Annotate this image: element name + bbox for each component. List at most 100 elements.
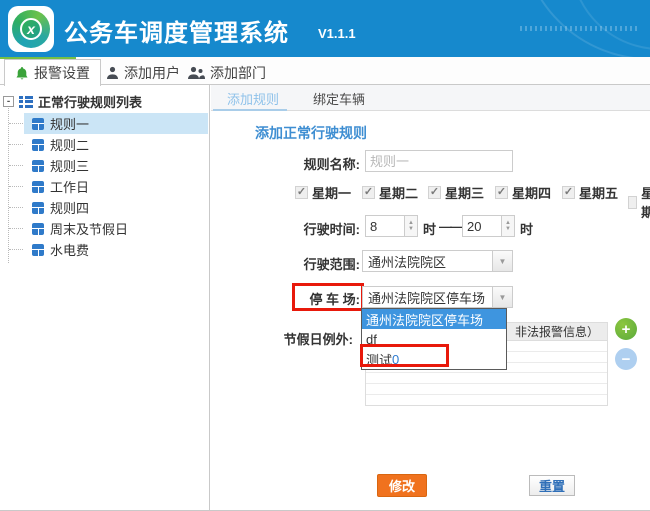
checkbox-unchecked-icon[interactable] — [628, 196, 637, 209]
option-label: 测试 — [366, 350, 392, 369]
tree-connector-stub — [9, 186, 23, 187]
tab-bind-vehicle[interactable]: 绑定车辆 — [299, 85, 379, 111]
time-range-separator: —— — [439, 219, 461, 234]
page-title: 添加正常行驶规则 — [255, 123, 367, 143]
sidebar-item-utility[interactable]: 水电费 — [24, 239, 208, 260]
tab-label: 添加规则 — [227, 89, 279, 108]
collapse-icon[interactable]: - — [3, 96, 14, 107]
drive-range-select[interactable]: 通州法院院区 ▼ — [362, 250, 513, 272]
weekday-checkbox-tue[interactable]: ✓ 星期二 — [362, 183, 418, 202]
tree-connector-stub — [9, 123, 23, 124]
rules-list-icon — [19, 96, 33, 108]
content-tab-bar: 添加规则 绑定车辆 — [211, 85, 650, 111]
weekday-checkbox-wed[interactable]: ✓ 星期三 — [428, 183, 484, 202]
weekday-label: 星期四 — [512, 183, 551, 202]
rule-cube-icon — [32, 160, 44, 172]
list-item — [366, 395, 607, 406]
tree-connector-stub — [9, 228, 23, 229]
rule-cube-icon — [32, 244, 44, 256]
list-item — [366, 384, 607, 395]
rules-sidebar: - 正常行驶规则列表 规则一 规则二 规则三 工作日 规则四 — [0, 85, 210, 511]
tree-connector-stub — [9, 144, 23, 145]
weekday-checkbox-fri[interactable]: ✓ 星期五 — [562, 183, 618, 202]
select-value: 通州法院院区停车场 — [368, 288, 485, 307]
weekday-checkbox-mon[interactable]: ✓ 星期一 — [295, 183, 351, 202]
toolbar-tab-label: 添加用户 — [124, 63, 180, 83]
tree-connector-line — [8, 103, 9, 263]
sidebar-item-rule-4[interactable]: 规则四 — [24, 197, 208, 218]
checkbox-checked-icon[interactable]: ✓ — [562, 186, 575, 199]
app-version: V1.1.1 — [318, 26, 356, 41]
weekday-checkbox-sat[interactable]: 星期 — [628, 183, 650, 221]
tree-connector-stub — [9, 207, 23, 208]
checkbox-checked-icon[interactable]: ✓ — [362, 186, 375, 199]
tree-connector-stub — [9, 249, 23, 250]
parking-dropdown-list: 通州法院院区停车场 df 测试 0 — [361, 308, 507, 370]
toolbar-tab-alarm-settings[interactable]: 报警设置 — [4, 59, 101, 86]
parking-select[interactable]: 通州法院院区停车场 ▼ — [362, 286, 513, 308]
rule-cube-icon — [32, 139, 44, 151]
checkbox-checked-icon[interactable]: ✓ — [428, 186, 441, 199]
sidebar-item-weekend-holiday[interactable]: 周末及节假日 — [24, 218, 208, 239]
sidebar-item-rule-2[interactable]: 规则二 — [24, 134, 208, 155]
weekday-checkbox-thu[interactable]: ✓ 星期四 — [495, 183, 551, 202]
tree-item-label: 水电费 — [50, 240, 89, 259]
chevron-down-icon[interactable]: ▼ — [492, 251, 512, 271]
rule-cube-icon — [32, 181, 44, 193]
spinner-down-icon[interactable]: ▼ — [408, 226, 414, 232]
sidebar-item-rule-1[interactable]: 规则一 — [24, 113, 208, 134]
bell-icon — [15, 66, 29, 81]
hour-unit-label: 时 — [520, 219, 533, 238]
active-tab-underline — [213, 109, 287, 111]
tab-add-rule[interactable]: 添加规则 — [213, 85, 293, 111]
weekday-label: 星期五 — [579, 183, 618, 202]
dropdown-option-parking-2[interactable]: df — [362, 329, 506, 349]
drive-time-label: 行驶时间: — [304, 219, 360, 238]
dropdown-option-parking-1[interactable]: 通州法院院区停车场 — [362, 309, 506, 329]
tree-root-label: 正常行驶规则列表 — [38, 92, 142, 111]
tree-item-label: 规则三 — [50, 156, 89, 175]
tree-item-label: 规则四 — [50, 198, 89, 217]
rule-cube-icon — [32, 223, 44, 235]
tree-item-label: 规则二 — [50, 135, 89, 154]
checkbox-checked-icon[interactable]: ✓ — [295, 186, 308, 199]
reset-button[interactable]: 重置 — [529, 475, 575, 496]
modify-button-label: 修改 — [389, 476, 415, 495]
toolbar-accent-line — [0, 57, 76, 59]
checkbox-checked-icon[interactable]: ✓ — [495, 186, 508, 199]
dropdown-option-parking-3[interactable]: 测试 0 — [362, 349, 506, 369]
weekday-label: 星期 — [641, 183, 650, 221]
sidebar-item-rule-3[interactable]: 规则三 — [24, 155, 208, 176]
drive-time-to-stepper[interactable]: ▲ ▼ — [502, 215, 515, 237]
toolbar-tab-label: 添加部门 — [210, 63, 266, 83]
header-decoration-dots — [520, 26, 640, 31]
weekday-label: 星期一 — [312, 183, 351, 202]
tree-root-rules-list[interactable]: - 正常行驶规则列表 — [3, 92, 142, 111]
app-logo: x — [8, 6, 54, 52]
spinner-down-icon[interactable]: ▼ — [505, 226, 511, 232]
rule-cube-icon — [32, 202, 44, 214]
rule-name-label: 规则名称: — [304, 154, 360, 173]
toolbar-tab-label: 报警设置 — [34, 63, 90, 83]
parking-label: 停 车 场: — [309, 289, 360, 308]
option-label: 通州法院院区停车场 — [366, 310, 483, 329]
tree-item-label: 周末及节假日 — [50, 219, 128, 238]
tree-item-label: 工作日 — [50, 177, 89, 196]
drive-time-from-input[interactable] — [365, 215, 405, 237]
rule-name-input[interactable] — [365, 150, 513, 172]
toolbar-tab-add-department[interactable]: 添加部门 — [178, 59, 276, 86]
modify-button[interactable]: 修改 — [377, 474, 427, 497]
remove-exception-button[interactable]: − — [615, 348, 637, 370]
drive-time-from-stepper[interactable]: ▲ ▼ — [405, 215, 418, 237]
minus-icon: − — [622, 352, 631, 367]
toolbar-tab-add-user[interactable]: 添加用户 — [96, 59, 190, 86]
app-title: 公务车调度管理系统 — [64, 13, 289, 48]
app-header: x 公务车调度管理系统 V1.1.1 — [0, 0, 650, 57]
option-label: df — [366, 332, 377, 347]
logo-swirl-icon: x — [12, 10, 50, 48]
drive-time-to-input[interactable] — [462, 215, 502, 237]
main-content: 添加规则 绑定车辆 添加正常行驶规则 规则名称: ✓ 星期一 ✓ 星期二 ✓ 星… — [211, 85, 650, 511]
sidebar-item-workday[interactable]: 工作日 — [24, 176, 208, 197]
chevron-down-icon[interactable]: ▼ — [492, 287, 512, 307]
add-exception-button[interactable]: + — [615, 318, 637, 340]
